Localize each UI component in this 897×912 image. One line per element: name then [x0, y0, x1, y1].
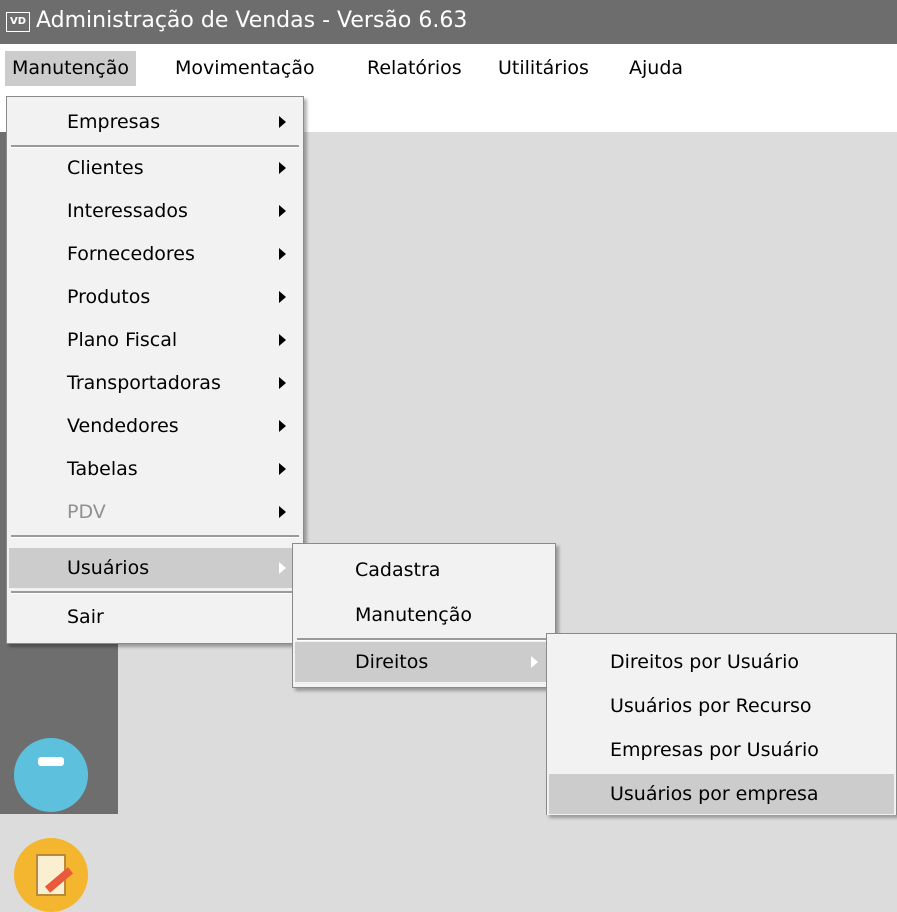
menu-item-interessados[interactable]: Interessados	[9, 191, 301, 231]
menu-item-label: Fornecedores	[67, 243, 195, 265]
triangle-right-icon	[279, 463, 286, 475]
menu-item-tabelas[interactable]: Tabelas	[9, 449, 301, 489]
triangle-right-icon	[279, 420, 286, 432]
manutencao-menu: Empresas Clientes Interessados Fornecedo…	[6, 96, 304, 644]
usuarios-submenu: Cadastra Manutenção Direitos	[292, 543, 556, 688]
menu-bar: Manutenção Movimentação Relatórios Utili…	[0, 44, 897, 92]
triangle-right-icon	[531, 656, 538, 668]
title-bar: VD Administração de Vendas - Versão 6.63	[0, 0, 897, 44]
triangle-right-icon	[279, 205, 286, 217]
menu-utilitarios[interactable]: Utilitários	[491, 51, 596, 86]
menu-item-label: Interessados	[67, 200, 188, 222]
menu-item-label: Usuários por empresa	[610, 783, 819, 805]
menu-item-fornecedores[interactable]: Fornecedores	[9, 234, 301, 274]
menu-separator	[297, 638, 551, 641]
menu-item-label: Direitos por Usuário	[610, 651, 800, 673]
menu-item-direitos[interactable]: Direitos	[295, 642, 553, 682]
menu-item-transportadoras[interactable]: Transportadoras	[9, 363, 301, 403]
menu-item-label: Clientes	[67, 157, 144, 179]
menu-item-plano-fiscal[interactable]: Plano Fiscal	[9, 320, 301, 360]
menu-item-label: Plano Fiscal	[67, 329, 178, 351]
window-title: Administração de Vendas - Versão 6.63	[36, 8, 468, 33]
menu-item-label: Usuários	[67, 557, 150, 579]
menu-item-label: Produtos	[67, 286, 151, 308]
menu-item-pdv: PDV	[9, 492, 301, 532]
menu-ajuda[interactable]: Ajuda	[622, 51, 690, 86]
menu-item-vendedores[interactable]: Vendedores	[9, 406, 301, 446]
triangle-right-icon	[279, 248, 286, 260]
menu-item-usuarios-por-empresa[interactable]: Usuários por empresa	[549, 774, 894, 814]
menu-item-sair[interactable]: Sair	[9, 597, 301, 637]
triangle-right-icon	[279, 506, 286, 518]
menu-item-direitos-por-usuario[interactable]: Direitos por Usuário	[549, 642, 894, 682]
menu-separator	[11, 535, 299, 538]
menu-movimentacao[interactable]: Movimentação	[168, 51, 322, 86]
menu-item-label: Tabelas	[67, 458, 138, 480]
triangle-right-icon	[279, 377, 286, 389]
menu-item-label: Transportadoras	[67, 372, 221, 394]
menu-item-label: Sair	[67, 606, 104, 628]
triangle-right-icon	[279, 562, 286, 574]
triangle-right-icon	[279, 334, 286, 346]
menu-item-label: Direitos	[355, 651, 429, 673]
menu-item-clientes[interactable]: Clientes	[9, 148, 301, 188]
triangle-right-icon	[279, 116, 286, 128]
menu-separator	[11, 591, 299, 594]
notes-icon[interactable]	[14, 738, 88, 812]
app-icon: VD	[6, 12, 30, 32]
document-pen-icon[interactable]	[14, 838, 88, 912]
menu-item-label: Manutenção	[355, 604, 473, 626]
menu-item-label: PDV	[67, 501, 106, 523]
menu-item-usuarios-por-recurso[interactable]: Usuários por Recurso	[549, 686, 894, 726]
menu-item-label: Empresas por Usuário	[610, 739, 819, 761]
menu-item-label: Usuários por Recurso	[610, 695, 812, 717]
triangle-right-icon	[279, 291, 286, 303]
menu-item-label: Empresas	[67, 111, 161, 133]
menu-item-usuarios[interactable]: Usuários	[9, 548, 301, 588]
menu-manutencao[interactable]: Manutenção	[5, 51, 137, 86]
menu-item-label: Vendedores	[67, 415, 179, 437]
menu-item-empresas[interactable]: Empresas	[9, 102, 301, 142]
menu-relatorios[interactable]: Relatórios	[360, 51, 469, 86]
menu-item-cadastra[interactable]: Cadastra	[295, 550, 553, 590]
menu-item-label: Cadastra	[355, 559, 441, 581]
menu-item-produtos[interactable]: Produtos	[9, 277, 301, 317]
menu-item-manutencao[interactable]: Manutenção	[295, 595, 553, 635]
triangle-right-icon	[279, 162, 286, 174]
direitos-submenu: Direitos por Usuário Usuários por Recurs…	[546, 633, 897, 815]
menu-item-empresas-por-usuario[interactable]: Empresas por Usuário	[549, 730, 894, 770]
